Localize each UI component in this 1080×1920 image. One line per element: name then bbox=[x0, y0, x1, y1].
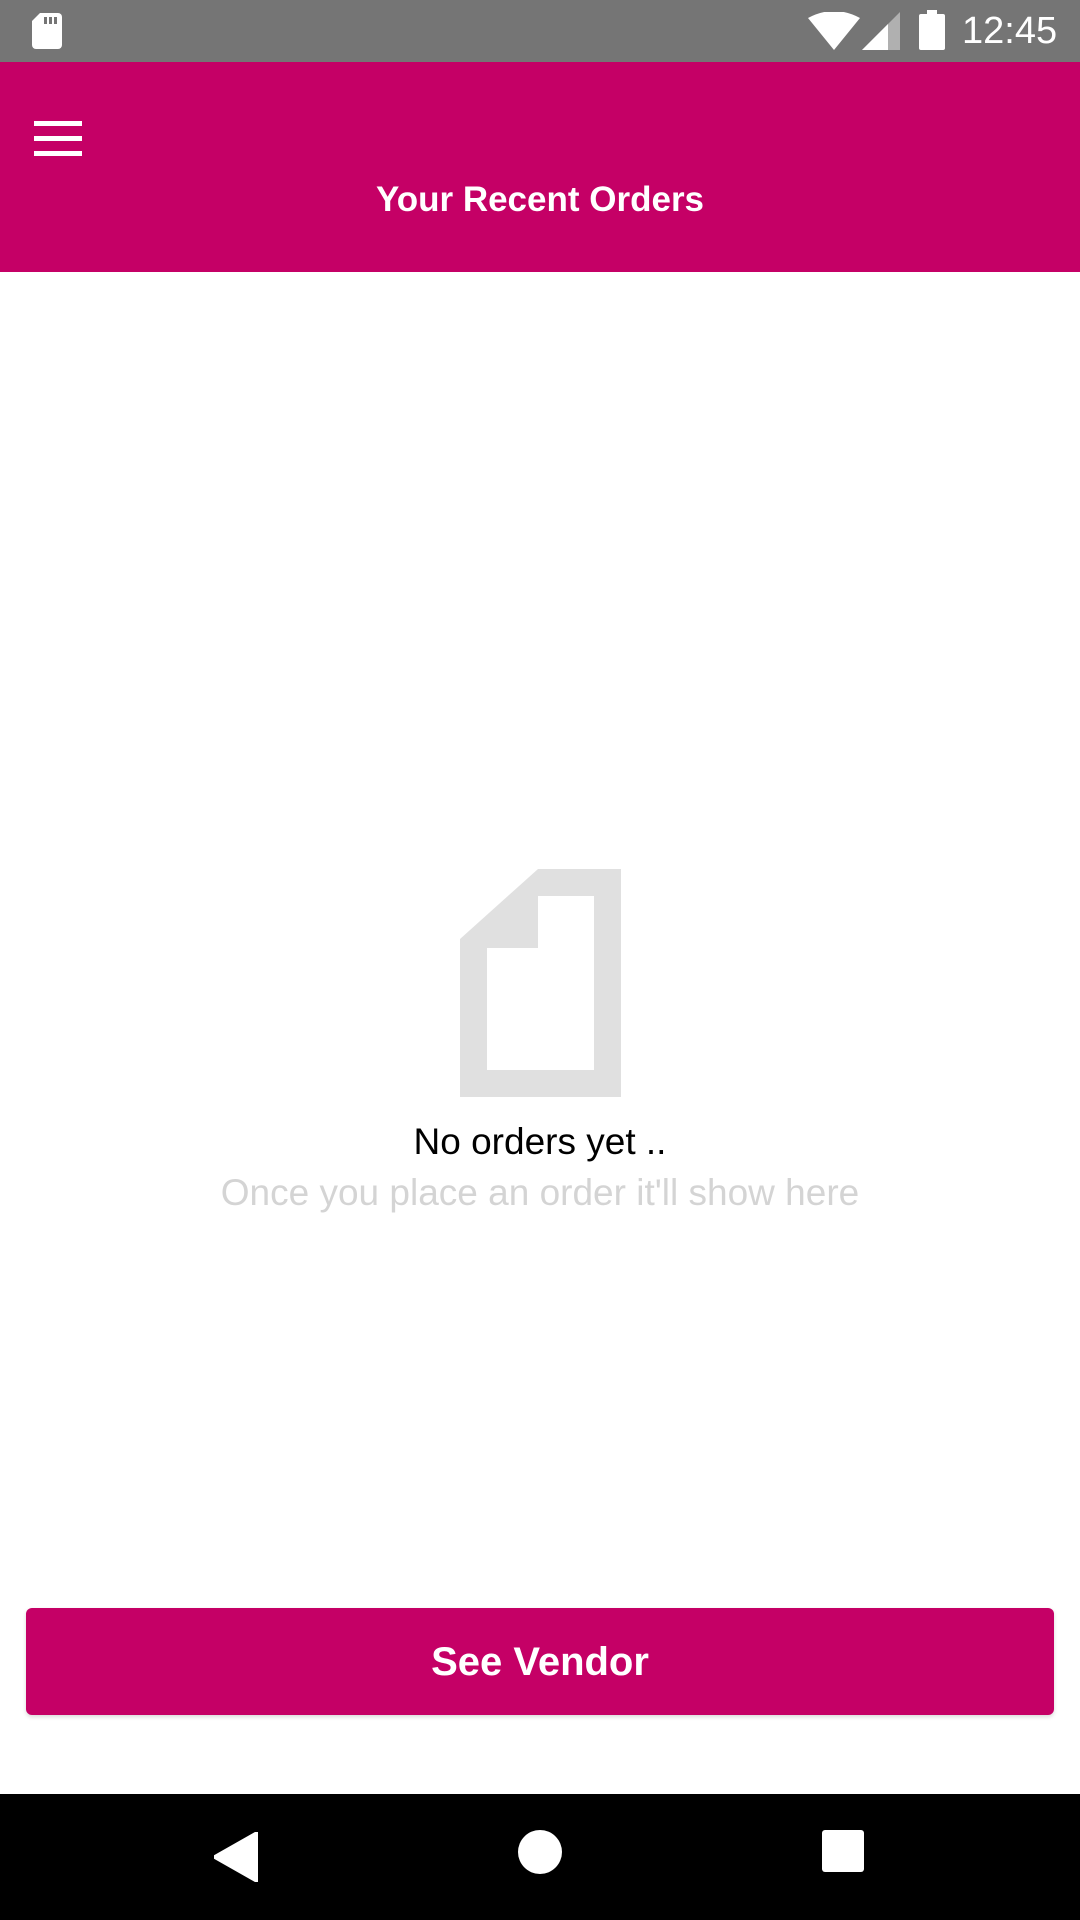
sd-card-icon bbox=[32, 13, 62, 49]
document-icon bbox=[460, 869, 621, 1097]
back-icon[interactable] bbox=[214, 1832, 258, 1882]
signal-icon bbox=[862, 12, 900, 50]
battery-icon bbox=[919, 10, 945, 50]
see-vendor-button[interactable]: See Vendor bbox=[26, 1608, 1054, 1715]
empty-state-subtitle: Once you place an order it'll show here bbox=[220, 1172, 860, 1213]
status-bar: 12:45 bbox=[0, 0, 1080, 62]
status-time: 12:45 bbox=[962, 10, 1058, 52]
page-title: Your Recent Orders bbox=[375, 180, 705, 219]
app-bar bbox=[0, 62, 1080, 272]
navigation-bar bbox=[0, 1794, 1080, 1920]
recents-icon[interactable] bbox=[822, 1830, 864, 1872]
empty-state-title: No orders yet .. bbox=[413, 1121, 667, 1162]
wifi-icon bbox=[808, 12, 860, 50]
menu-icon[interactable] bbox=[26, 112, 88, 166]
home-icon[interactable] bbox=[518, 1830, 562, 1874]
